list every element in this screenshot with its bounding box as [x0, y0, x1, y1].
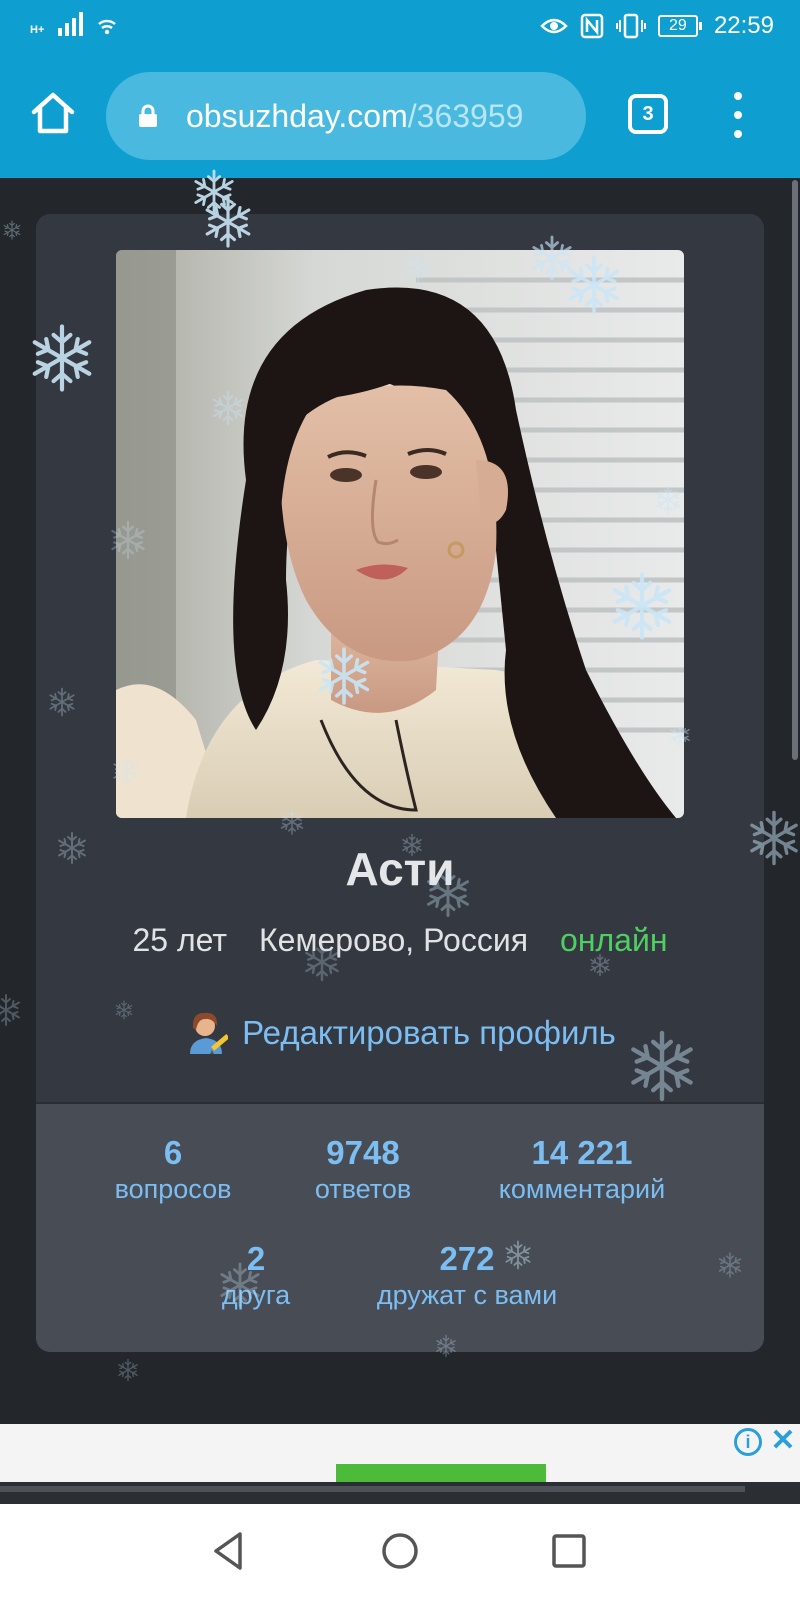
lock-icon [139, 104, 157, 127]
nfc-icon [580, 13, 604, 39]
stat-comments[interactable]: 14 221 комментарий [472, 1134, 692, 1205]
url-domain: obsuzhday.com [186, 98, 408, 134]
ad-info-icon[interactable]: i [734, 1428, 762, 1456]
stat-value: 6 [163, 1134, 183, 1171]
stat-answers[interactable]: 9748 ответов [286, 1134, 440, 1205]
signal-icon [58, 12, 84, 36]
profile-meta: 25 лет Кемерово, Россия онлайн [36, 922, 764, 959]
stat-label: друга [221, 1280, 291, 1310]
stat-followers[interactable]: 272 дружат с вами [352, 1240, 582, 1311]
profile-card: Асти 25 лет Кемерово, Россия онлайн Редакт… [36, 214, 764, 1352]
profile-location: Кемерово, Россия [259, 922, 529, 958]
clock: 22:59 [713, 12, 774, 39]
menu-icon[interactable] [728, 92, 748, 138]
home-icon[interactable] [30, 90, 76, 136]
url-text: obsuzhday.com/363959 [186, 98, 523, 135]
profile-name: Асти [345, 843, 455, 895]
stat-value: 2 [246, 1240, 266, 1277]
battery-icon: 29 [657, 15, 702, 37]
ad-close-icon[interactable]: ✕ [768, 1424, 798, 1458]
stat-label: ответов [314, 1174, 412, 1204]
eye-icon [540, 18, 568, 34]
stat-label: вопросов [114, 1174, 232, 1204]
edit-profile-link[interactable]: Редактировать профиль [36, 1010, 764, 1056]
edit-profile-label: Редактировать профиль [242, 1014, 616, 1051]
wifi-icon [98, 19, 117, 35]
profile-photo[interactable] [116, 250, 684, 818]
vibrate-icon [615, 13, 646, 39]
ad-image[interactable] [336, 1464, 546, 1482]
stat-label: комментарий [498, 1174, 666, 1204]
home-nav-icon[interactable] [375, 1526, 425, 1576]
browser-toolbar: obsuzhday.com/363959 3 [0, 52, 800, 178]
stat-value: 9748 [326, 1134, 400, 1171]
stats-panel: 6 вопросов 9748 ответов 14 221 комментар… [36, 1102, 764, 1352]
url-path: /363959 [407, 98, 524, 134]
network-type: H+ [30, 24, 45, 36]
recents-icon[interactable] [544, 1526, 594, 1576]
profile-age: 25 лет [132, 922, 228, 958]
user-edit-icon [190, 1012, 229, 1054]
page-bottom-strip [0, 1482, 800, 1504]
stat-label: дружат с вами [376, 1280, 558, 1310]
navigation-bar [0, 1504, 800, 1600]
online-status: онлайн [560, 922, 668, 958]
back-icon[interactable] [204, 1526, 254, 1576]
tabs-button[interactable]: 3 [628, 94, 668, 134]
stat-value: 14 221 [531, 1134, 633, 1171]
stat-questions[interactable]: 6 вопросов [88, 1134, 258, 1205]
stat-friends[interactable]: 2 друга [196, 1240, 316, 1311]
battery-level: 29 [657, 15, 698, 37]
address-bar[interactable]: obsuzhday.com/363959 [106, 72, 586, 160]
ad-banner[interactable]: i ✕ [0, 1424, 800, 1482]
page-scrollbar[interactable] [792, 180, 798, 760]
stat-value: 272 [439, 1240, 495, 1277]
status-bar: H+ 29 22:59 [0, 0, 800, 52]
